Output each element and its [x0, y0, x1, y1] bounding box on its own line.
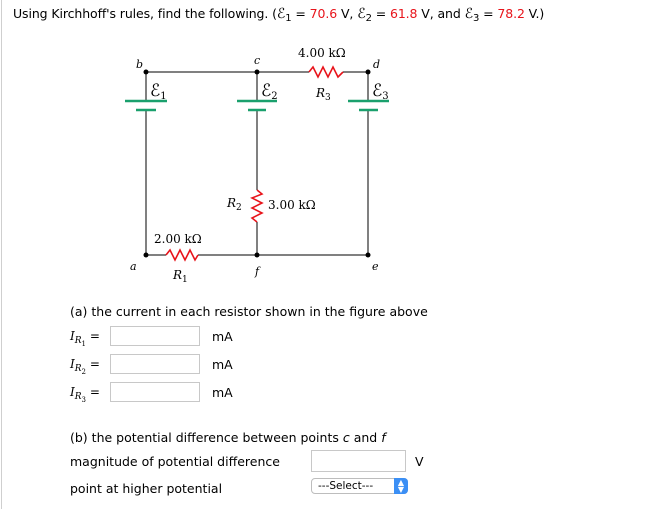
part-a-title: (a) the current in each resistor shown i…: [70, 304, 428, 319]
part-b-prefix: (b) the potential difference between poi…: [70, 430, 343, 445]
ir2-unit: mA: [212, 357, 233, 372]
magnitude-unit: V: [415, 454, 424, 469]
r1-name: R: [172, 268, 182, 282]
emf2-label-sub: 2: [271, 91, 277, 102]
ir2-input[interactable]: [110, 354, 200, 374]
r3-name: R: [315, 86, 325, 100]
emf1-label: ℰ1: [150, 81, 167, 102]
ir1-label-r: R: [74, 336, 82, 346]
emf1-label-sub: 1: [160, 91, 166, 102]
select-value: ---Select---: [318, 480, 374, 492]
r2-value-label: 3.00 kΩ: [268, 198, 316, 212]
r1-name-label: R1: [172, 268, 188, 285]
node-a-dot: [143, 252, 149, 258]
circuit-diagram: b c d a f e ℰ1 ℰ2 ℰ3 4.00 kΩ R3 3.00 kΩ …: [125, 46, 389, 285]
r3-sub: 3: [325, 93, 331, 103]
r1-value-label: 2.00 kΩ: [154, 232, 202, 246]
node-label-f: f: [254, 265, 261, 278]
emf3-label: ℰ3: [372, 81, 389, 102]
ir1-label: IR1 =: [70, 329, 100, 348]
node-label-c: c: [254, 54, 260, 67]
select-updown-icon: ▲ ▼: [394, 478, 408, 494]
ir1-input[interactable]: [110, 326, 200, 346]
emf2-label: ℰ2: [261, 81, 278, 102]
ir3-equals: =: [86, 385, 100, 399]
part-b-and: and: [349, 430, 382, 445]
ir1-unit: mA: [212, 329, 233, 344]
emf2-label-glyph: ℰ: [261, 81, 271, 101]
ir3-label: IR3 =: [70, 385, 100, 404]
node-label-e: e: [372, 260, 379, 273]
higher-potential-label: point at higher potential: [70, 481, 223, 496]
node-d-dot: [365, 69, 371, 75]
magnitude-label: magnitude of potential difference: [70, 454, 280, 469]
part-b-point-f: f: [381, 430, 386, 445]
part-b-point-c: c: [342, 430, 350, 445]
r3-resistor: [308, 65, 344, 79]
emf3-label-sub: 3: [382, 91, 388, 102]
r3-name-label: R3: [315, 86, 331, 103]
magnitude-input[interactable]: [311, 450, 406, 472]
higher-potential-select[interactable]: ---Select--- ▲ ▼: [311, 478, 408, 494]
ir2-label-r: R: [74, 364, 82, 374]
node-label-d: d: [373, 58, 380, 71]
r2-resistor: [250, 189, 264, 223]
emf3-label-glyph: ℰ: [372, 81, 382, 101]
emf1-label-glyph: ℰ: [150, 81, 160, 101]
r1-sub: 1: [182, 275, 188, 285]
r2-name: R: [226, 196, 236, 210]
ir3-label-r: R: [74, 392, 82, 402]
node-b-dot: [143, 69, 149, 75]
r1-resistor: [165, 248, 199, 262]
node-f-dot: [254, 252, 260, 258]
ir3-unit: mA: [212, 385, 233, 400]
node-c-dot: [254, 69, 260, 75]
ir1-equals: =: [86, 329, 100, 343]
ir2-equals: =: [86, 357, 100, 371]
node-e-dot: [365, 252, 371, 258]
r2-sub: 2: [236, 203, 242, 213]
node-label-b: b: [136, 58, 143, 71]
r3-value-label: 4.00 kΩ: [298, 46, 346, 60]
r2-name-label: R2: [226, 196, 242, 213]
node-label-a: a: [130, 260, 137, 273]
ir2-label: IR2 =: [70, 357, 100, 376]
ir3-input[interactable]: [110, 382, 200, 402]
part-b-title: (b) the potential difference between poi…: [70, 430, 386, 445]
